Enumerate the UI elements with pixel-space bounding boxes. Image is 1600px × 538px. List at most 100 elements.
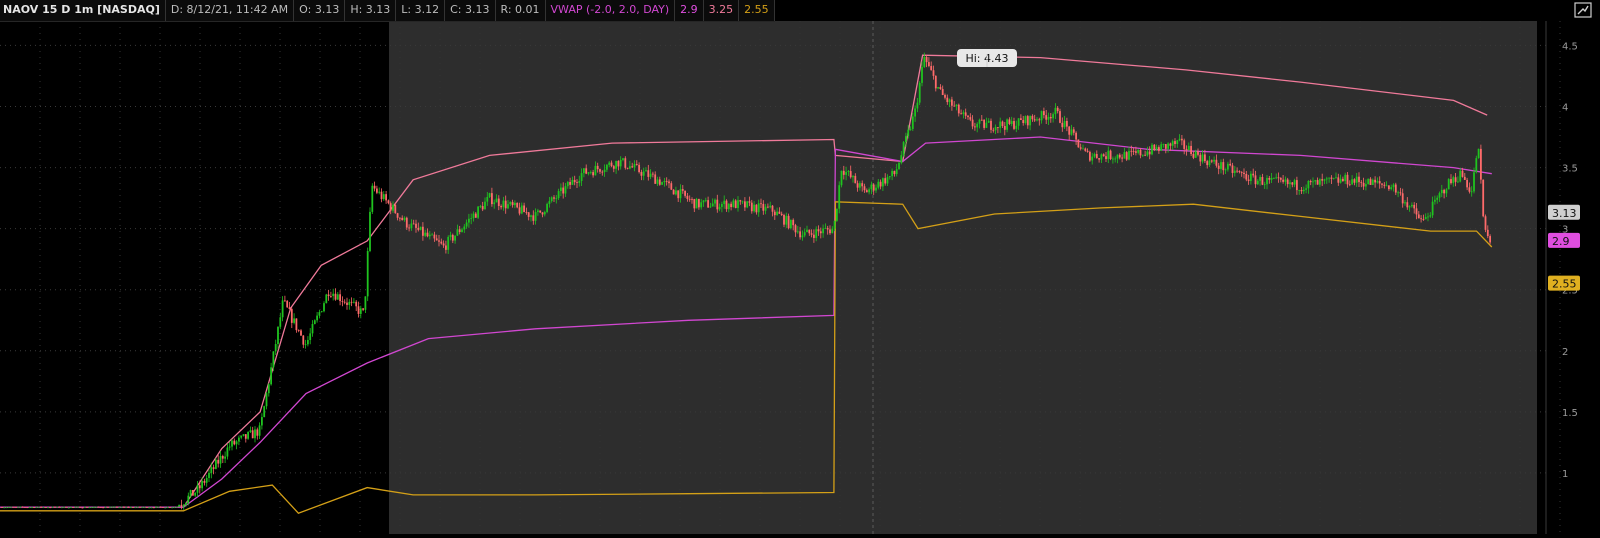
- candle-body: [744, 201, 746, 208]
- candle-body: [1049, 116, 1052, 119]
- candle-body: [746, 201, 749, 208]
- candle-body: [231, 440, 233, 447]
- candle-body: [182, 505, 185, 507]
- candle-body: [376, 188, 378, 193]
- candle-body: [493, 202, 496, 205]
- study-lower-value: 2.55: [739, 0, 775, 21]
- candle-body: [290, 309, 293, 323]
- candle-body: [1266, 177, 1268, 185]
- candle-body: [1482, 179, 1485, 217]
- candle-body: [359, 308, 362, 314]
- candle-body: [74, 506, 77, 508]
- candle-body: [980, 119, 983, 121]
- candle-body: [175, 506, 178, 508]
- candle-body: [1233, 170, 1236, 173]
- candle-body: [815, 229, 818, 238]
- candle-body: [1063, 120, 1066, 128]
- candle-body: [801, 235, 804, 238]
- candle-body: [35, 507, 38, 508]
- candle-body: [263, 406, 266, 418]
- candle-body: [1151, 144, 1153, 155]
- candle-body: [155, 506, 157, 508]
- candle-body: [541, 212, 544, 215]
- candle-body: [424, 232, 427, 236]
- candle-body: [1307, 180, 1310, 189]
- candle-body: [1392, 184, 1395, 188]
- candle-body: [803, 232, 806, 236]
- candle-body: [83, 506, 86, 508]
- candle-body: [875, 187, 877, 191]
- candle-body: [778, 211, 781, 214]
- candle-body: [323, 303, 325, 312]
- candle-body: [1263, 184, 1266, 186]
- candle-body: [1344, 174, 1347, 182]
- candle-body: [1178, 138, 1181, 141]
- study-label[interactable]: VWAP (-2.0, 2.0, DAY): [546, 0, 676, 21]
- candle-body: [1066, 120, 1068, 127]
- candle-body: [240, 435, 243, 438]
- candle-body: [106, 506, 109, 508]
- candle-body: [484, 201, 486, 210]
- candle-body: [1197, 151, 1199, 155]
- close-label: C: 3.13: [445, 0, 496, 21]
- candle-body: [1342, 178, 1344, 182]
- candle-body: [1100, 154, 1103, 160]
- candle-body: [723, 200, 726, 205]
- candle-body: [610, 162, 613, 167]
- candle-body: [695, 198, 698, 209]
- candle-body: [1176, 140, 1179, 145]
- candle-body: [925, 57, 928, 63]
- candle-body: [1112, 158, 1114, 160]
- expand-icon[interactable]: [1574, 2, 1592, 18]
- candle-body: [408, 227, 410, 229]
- candle-body: [741, 201, 744, 203]
- candle-body: [419, 226, 422, 230]
- candle-body: [454, 235, 456, 241]
- candle-body: [1367, 178, 1370, 185]
- candle-body: [865, 190, 868, 193]
- candle-body: [5, 507, 8, 509]
- candle-body: [783, 214, 785, 225]
- candle-body: [691, 199, 693, 200]
- candle-body: [539, 210, 542, 213]
- candle-body: [520, 205, 523, 214]
- candle-body: [944, 94, 946, 98]
- candle-body: [60, 507, 63, 509]
- candle-body: [916, 102, 919, 109]
- candle-body: [1401, 193, 1404, 204]
- candle-body: [1008, 119, 1011, 124]
- candle-body: [1282, 179, 1284, 182]
- candle-body: [882, 178, 884, 187]
- candle-body: [169, 507, 171, 508]
- candle-body: [769, 205, 772, 208]
- candle-body: [1470, 191, 1473, 193]
- y-tick-label: 3.5: [1562, 164, 1578, 175]
- candle-body: [152, 507, 155, 509]
- y-tick-label: 4.5: [1562, 41, 1578, 52]
- candle-body: [336, 294, 339, 300]
- candle-body: [297, 330, 300, 331]
- candle-body: [1473, 172, 1475, 192]
- candle-body: [1319, 179, 1321, 185]
- candle-body: [1413, 204, 1416, 209]
- candle-body: [1247, 179, 1250, 181]
- candle-body: [760, 203, 762, 205]
- candle-body: [654, 174, 657, 184]
- price-chart[interactable]: 11.522.533.544.5 3.132.92.55 Hi: 4.43: [0, 0, 1600, 538]
- symbol-label[interactable]: NAOV 15 D 1m [NASDAQ]: [0, 0, 166, 21]
- candle-body: [461, 229, 463, 233]
- candle-body: [583, 168, 585, 174]
- candle-body: [19, 506, 22, 508]
- candle-body: [587, 172, 590, 174]
- candle-body: [836, 208, 838, 221]
- candle-body: [1155, 147, 1158, 150]
- candle-body: [422, 226, 424, 236]
- candle-body: [829, 229, 831, 234]
- candle-body: [272, 351, 275, 368]
- low-label: L: 3.12: [396, 0, 446, 21]
- candle-body: [1275, 177, 1278, 179]
- candle-body: [957, 104, 960, 114]
- candle-body: [504, 200, 507, 209]
- candle-body: [1068, 126, 1071, 135]
- candle-body: [1250, 173, 1252, 181]
